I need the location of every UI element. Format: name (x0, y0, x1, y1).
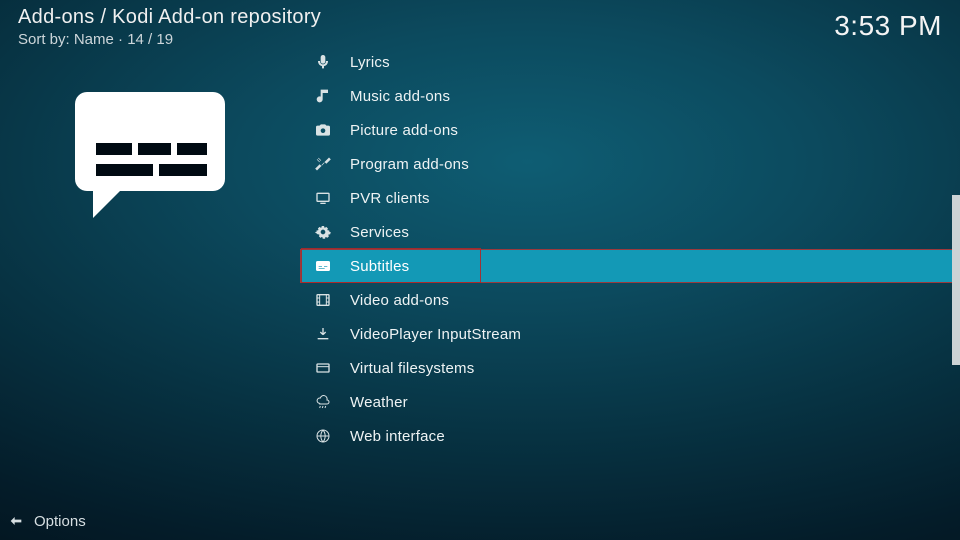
list-item-videoplayer-inputstream[interactable]: VideoPlayer InputStream (300, 317, 960, 351)
list-item-pvr-clients[interactable]: PVR clients (300, 181, 960, 215)
list-item-music-addons[interactable]: Music add-ons (300, 79, 960, 113)
globe-icon (314, 428, 332, 444)
options-button[interactable]: Options (0, 502, 960, 540)
list-item-label: VideoPlayer InputStream (350, 326, 521, 343)
list-item-program-addons[interactable]: Program add-ons (300, 147, 960, 181)
music-icon (314, 88, 332, 104)
list-item-weather[interactable]: Weather (300, 385, 960, 419)
list-item-virtual-filesystems[interactable]: Virtual filesystems (300, 351, 960, 385)
film-icon (314, 292, 332, 308)
scrollbar[interactable] (952, 45, 960, 492)
list-item-label: Video add-ons (350, 292, 449, 309)
list-item-picture-addons[interactable]: Picture add-ons (300, 113, 960, 147)
list-item-label: Subtitles (350, 258, 409, 275)
mic-icon (314, 54, 332, 70)
list-item-label: Program add-ons (350, 156, 469, 173)
addon-thumbnail-subtitles-icon (75, 86, 225, 216)
breadcrumb: Add-ons / Kodi Add-on repository (18, 6, 321, 29)
list-item-video-addons[interactable]: Video add-ons (300, 283, 960, 317)
options-label: Options (34, 513, 86, 530)
list-item-label: Weather (350, 394, 408, 411)
folder-icon (314, 360, 332, 376)
download-icon (314, 326, 332, 342)
addon-category-list: Lyrics Music add-ons Picture add-ons Pro… (300, 45, 960, 492)
scrollbar-thumb[interactable] (952, 195, 960, 365)
list-item-lyrics[interactable]: Lyrics (300, 45, 960, 79)
list-item-label: Lyrics (350, 54, 390, 71)
list-item-label: Virtual filesystems (350, 360, 474, 377)
list-item-subtitles[interactable]: Subtitles (300, 249, 960, 283)
camera-icon (314, 122, 332, 138)
list-item-label: Picture add-ons (350, 122, 458, 139)
tools-icon (314, 156, 332, 172)
tv-icon (314, 190, 332, 206)
list-item-label: Music add-ons (350, 88, 450, 105)
list-item-services[interactable]: Services (300, 215, 960, 249)
weather-icon (314, 394, 332, 410)
list-item-label: Services (350, 224, 409, 241)
subtitles-icon (314, 258, 332, 274)
list-item-label: PVR clients (350, 190, 430, 207)
clock: 3:53 PM (834, 10, 942, 42)
options-arrow-icon (8, 513, 24, 529)
gear-icon (314, 224, 332, 240)
list-item-web-interface[interactable]: Web interface (300, 419, 960, 453)
list-item-label: Web interface (350, 428, 445, 445)
